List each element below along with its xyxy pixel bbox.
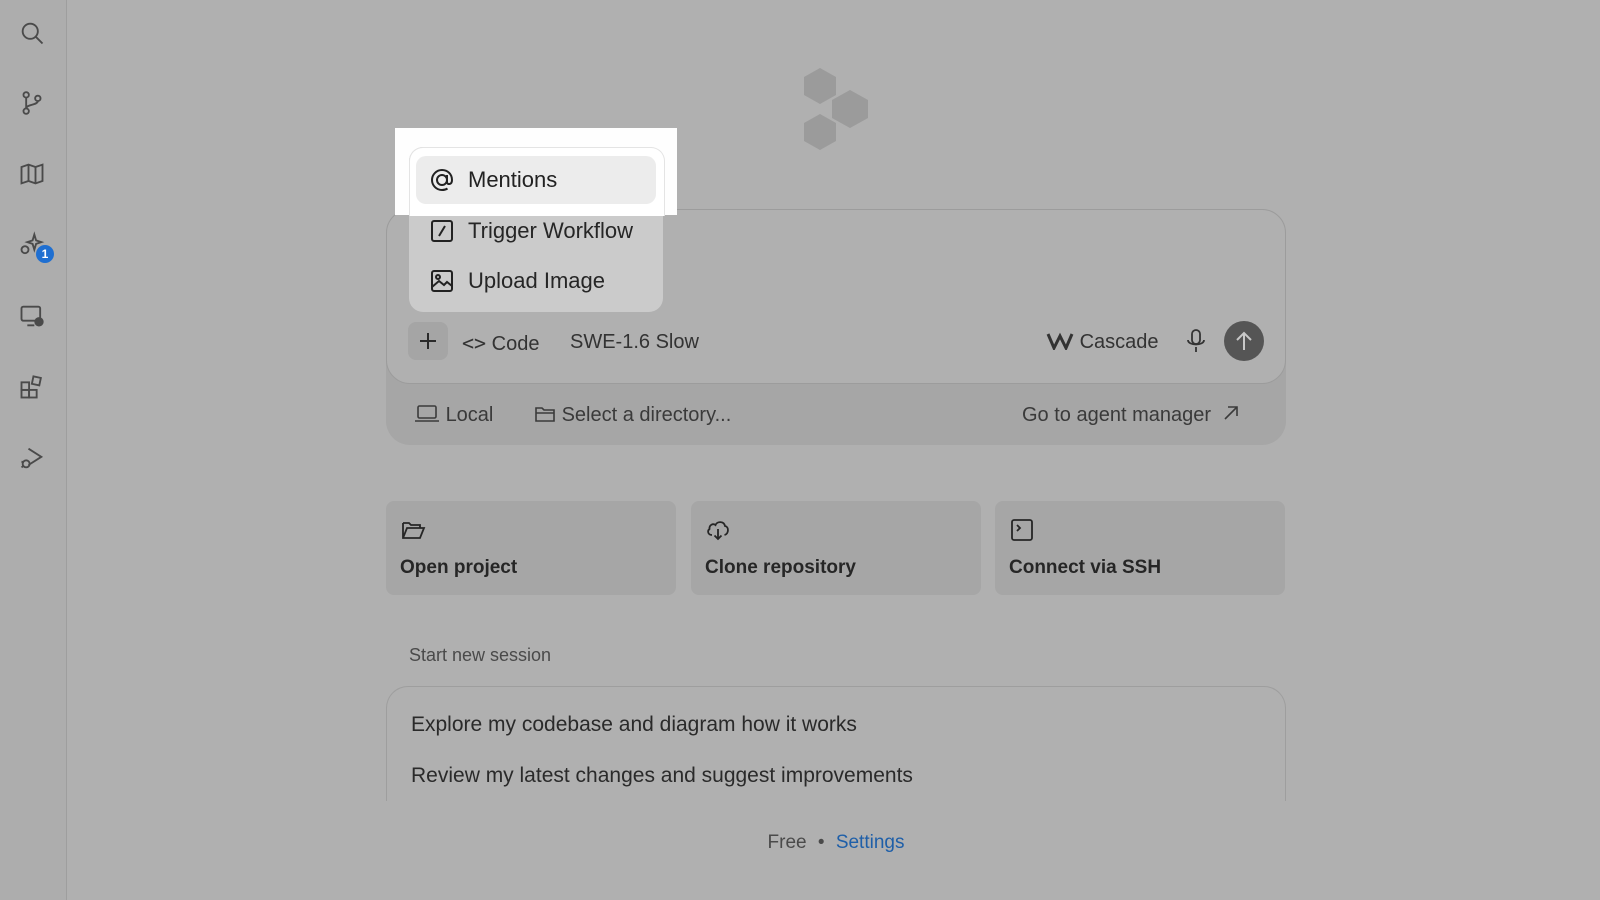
plan-label: Free [767,832,807,853]
windsurf-icon [1046,332,1074,352]
extensions-icon[interactable] [14,369,50,405]
add-context-button[interactable] [408,322,448,360]
suggestion-item[interactable]: Explore my codebase and diagram how it w… [411,713,857,737]
card-label: Clone repository [705,557,856,578]
menu-item-trigger-workflow[interactable]: Trigger Workflow [416,207,656,255]
image-icon [431,270,453,292]
mode-selector[interactable]: <> Code [462,331,539,356]
environment-selector[interactable]: Local [414,404,493,427]
menu-item-mentions[interactable]: Mentions [416,156,656,204]
search-icon[interactable] [14,15,50,51]
mode-label: Code [491,333,540,355]
agent-manager-link[interactable]: Go to agent manager [1022,404,1239,427]
environment-label: Local [445,404,494,426]
map-icon[interactable] [14,156,50,192]
agent-manager-label: Go to agent manager [1022,404,1212,426]
model-selector[interactable]: SWE-1.6 Slow [570,331,699,354]
card-label: Open project [400,557,518,578]
open-project-card[interactable]: Open project [386,501,676,595]
directory-selector[interactable]: Select a directory... [534,404,731,427]
notification-badge: 1 [36,245,54,263]
menu-item-label: Trigger Workflow [468,218,634,243]
run-debug-icon[interactable] [14,440,50,476]
activity-bar: 1 [0,0,67,900]
clone-repository-card[interactable]: Clone repository [691,501,981,595]
sparkles-icon[interactable]: 1 [14,227,54,263]
card-label: Connect via SSH [1009,557,1162,578]
connect-ssh-card[interactable]: Connect via SSH [995,501,1285,595]
plus-icon [420,333,436,349]
laptop-icon [415,405,439,422]
at-icon [430,168,454,192]
menu-item-label: Mentions [468,167,558,192]
slash-command-icon [431,220,453,242]
suggestion-item[interactable]: Review my latest changes and suggest imp… [411,764,913,788]
code-icon: <> [462,331,487,355]
cloud-download-icon [707,521,729,541]
external-arrow-icon [1224,406,1238,420]
agent-selector[interactable]: Cascade [1046,331,1159,354]
git-branch-icon[interactable] [14,85,50,121]
arrow-up-icon [1236,331,1252,350]
section-title: Start new session [409,645,552,665]
folder-open-icon [402,522,426,539]
agent-label: Cascade [1079,331,1159,353]
settings-link[interactable]: Settings [836,832,905,853]
menu-item-upload-image[interactable]: Upload Image [416,257,656,305]
microphone-icon[interactable] [1186,328,1206,354]
menu-item-label: Upload Image [468,268,605,293]
folder-icon [535,407,555,422]
directory-placeholder: Select a directory... [561,404,732,426]
app-logo [804,68,868,150]
footer: Free • Settings [0,832,1600,854]
remote-screen-icon[interactable] [14,298,50,334]
send-button[interactable] [1224,321,1264,361]
separator: • [817,832,825,853]
terminal-icon [1011,519,1033,541]
suggestions-list: Explore my codebase and diagram how it w… [386,686,1286,801]
